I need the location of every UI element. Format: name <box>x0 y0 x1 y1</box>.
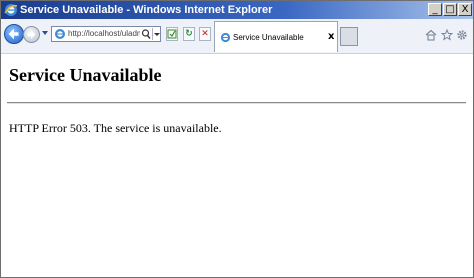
stop-button[interactable]: ✕ <box>199 27 211 41</box>
tab-service-unavailable[interactable]: Service Unavailable x <box>214 21 338 52</box>
maximize-button[interactable]: □ <box>443 3 457 16</box>
address-input[interactable]: http://localhost/uladmin <box>68 29 140 38</box>
tools-gear-icon[interactable] <box>456 29 468 41</box>
home-icon[interactable] <box>425 29 437 41</box>
window-title: Service Unavailable - Windows Internet E… <box>20 4 273 16</box>
compatibility-view-button[interactable] <box>166 27 178 41</box>
history-dropdown-icon[interactable] <box>42 31 48 35</box>
tab-close-button[interactable]: x <box>328 31 334 42</box>
back-button[interactable] <box>4 24 24 44</box>
tab-ie-icon <box>220 32 231 43</box>
close-button[interactable]: X <box>458 3 472 16</box>
ie-logo-icon <box>4 4 18 16</box>
page-content: Service Unavailable HTTP Error 503. The … <box>1 54 473 277</box>
browser-window: Service Unavailable - Windows Internet E… <box>0 0 474 278</box>
address-dropdown-button[interactable] <box>152 28 160 40</box>
page-title: Service Unavailable <box>9 65 162 85</box>
address-bar[interactable]: http://localhost/uladmin <box>51 26 161 42</box>
navigation-bar: http://localhost/uladmin ↻ ✕ Service Una… <box>1 19 473 54</box>
refresh-button[interactable]: ↻ <box>183 27 195 41</box>
error-message: HTTP Error 503. The service is unavailab… <box>9 121 222 135</box>
page-ie-icon <box>55 29 65 39</box>
minimize-button[interactable]: _ <box>428 3 442 16</box>
new-tab-button[interactable] <box>340 27 358 46</box>
back-arrow-icon <box>8 28 19 40</box>
divider <box>7 102 466 104</box>
title-bar[interactable]: Service Unavailable - Windows Internet E… <box>1 1 473 19</box>
forward-button[interactable] <box>23 26 40 43</box>
tab-title: Service Unavailable <box>233 33 304 42</box>
magnifier-icon[interactable] <box>141 28 151 40</box>
compatibility-view-icon <box>167 29 177 39</box>
forward-arrow-icon <box>27 30 36 39</box>
favorites-star-icon[interactable] <box>441 29 453 41</box>
